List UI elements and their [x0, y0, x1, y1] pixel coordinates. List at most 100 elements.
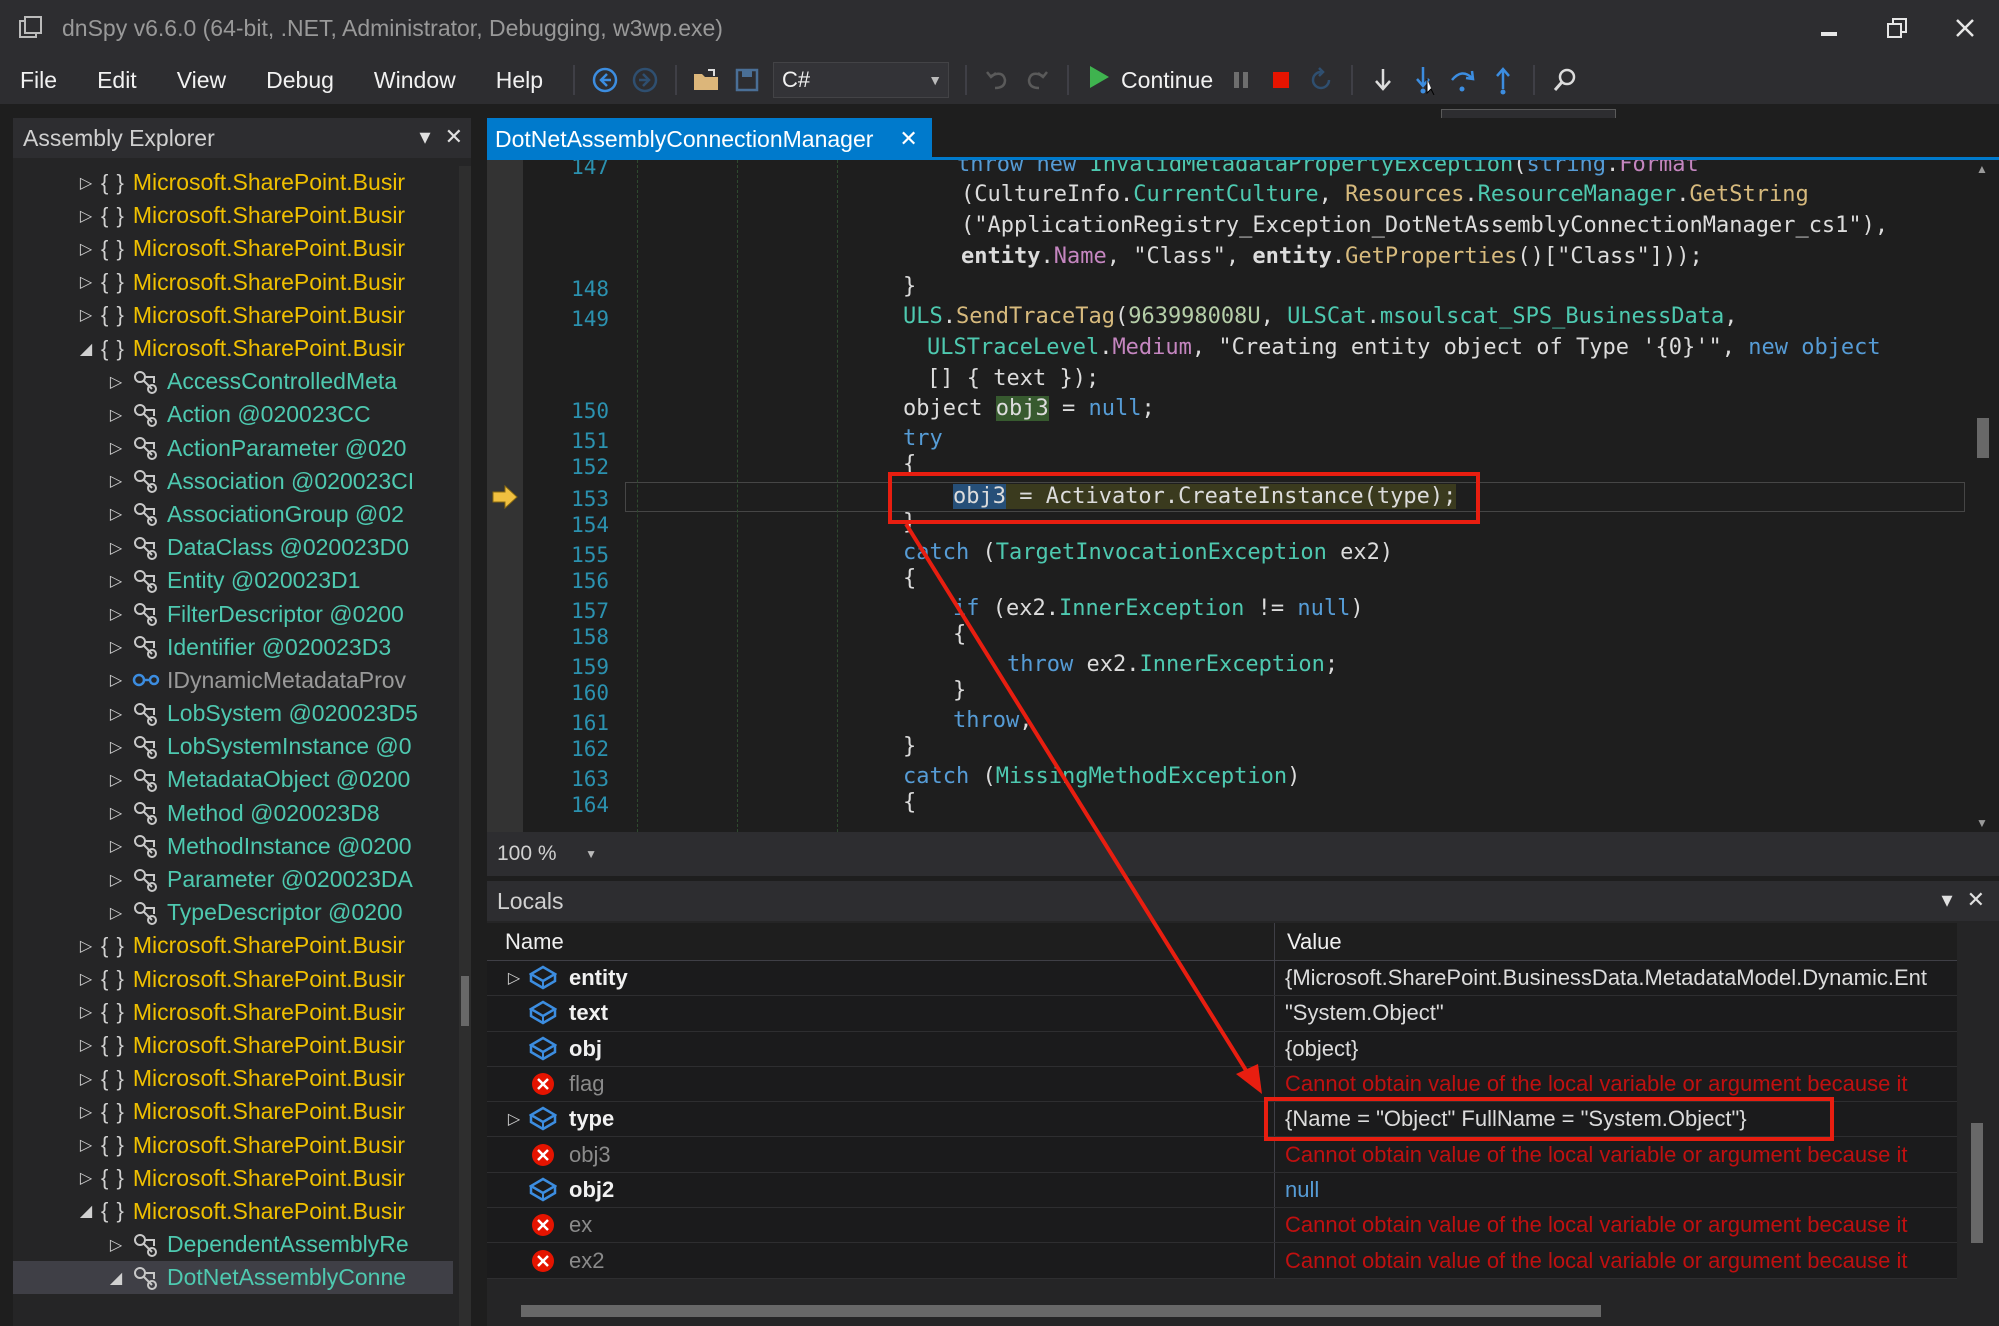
stop-icon[interactable]: [1261, 60, 1301, 100]
close-panel-icon[interactable]: ✕: [445, 124, 463, 150]
code-line[interactable]: if (ex2.InnerException != null): [953, 596, 1364, 621]
menu-debug[interactable]: Debug: [246, 56, 354, 104]
scrollbar-thumb[interactable]: [1971, 1123, 1983, 1243]
tree-item-type[interactable]: ◢ DotNetAssemblyConne: [13, 1261, 453, 1295]
redo-icon[interactable]: [1017, 60, 1057, 100]
code-line[interactable]: }: [953, 678, 966, 703]
expand-chevron-icon[interactable]: ▷: [105, 803, 127, 823]
tree-item-namespace[interactable]: ▷{ } Microsoft.SharePoint.Busir: [13, 963, 453, 996]
column-header-name[interactable]: Name: [487, 923, 1275, 960]
step-into-icon[interactable]: [1403, 60, 1443, 100]
scroll-down-icon[interactable]: ▼: [1976, 816, 1988, 830]
tree-item-namespace[interactable]: ▷{ } Microsoft.SharePoint.Busir: [13, 166, 453, 199]
expand-chevron-icon[interactable]: ▷: [105, 704, 127, 724]
expand-chevron-icon[interactable]: ▷: [75, 1168, 97, 1188]
local-value[interactable]: Cannot obtain value of the local variabl…: [1275, 1071, 1957, 1097]
tree-item-type[interactable]: ▷ Parameter @020023DA: [13, 863, 453, 896]
tree-item-type[interactable]: ▷ MethodInstance @0200: [13, 830, 453, 863]
expand-chevron-icon[interactable]: ▷: [75, 1069, 97, 1089]
local-value[interactable]: Cannot obtain value of the local variabl…: [1275, 1142, 1957, 1168]
close-tab-icon[interactable]: ✕: [899, 126, 917, 152]
step-out-icon[interactable]: [1483, 60, 1523, 100]
tree-item-namespace[interactable]: ▷{ } Microsoft.SharePoint.Busir: [13, 1095, 453, 1128]
tree-item-type[interactable]: ▷ Method @020023D8: [13, 797, 453, 830]
expand-chevron-icon[interactable]: ▷: [105, 637, 127, 657]
restart-icon[interactable]: [1301, 60, 1341, 100]
code-line[interactable]: object obj3 = null;: [903, 396, 1155, 421]
locals-row[interactable]: obj {object}: [487, 1031, 1957, 1067]
tab-dotnetassemblyconnectionmanager[interactable]: DotNetAssemblyConnectionManager ✕: [487, 118, 932, 160]
local-value[interactable]: {Microsoft.SharePoint.BusinessData.Metad…: [1275, 965, 1957, 991]
tree-item-namespace[interactable]: ▷{ } Microsoft.SharePoint.Busir: [13, 1029, 453, 1062]
zoom-select[interactable]: 100 % ▼: [491, 838, 603, 870]
tree-item-namespace[interactable]: ▷{ } Microsoft.SharePoint.Busir: [13, 929, 453, 962]
tree-item-namespace[interactable]: ◢{ } Microsoft.SharePoint.Busir: [13, 332, 453, 365]
code-line[interactable]: [] { text });: [927, 366, 1099, 391]
tree-item-type[interactable]: ▷ ActionParameter @020: [13, 432, 453, 465]
local-value[interactable]: Cannot obtain value of the local variabl…: [1275, 1212, 1957, 1238]
code-line[interactable]: ULS.SendTraceTag(963998008U, ULSCat.msou…: [903, 304, 1738, 329]
expand-chevron-icon[interactable]: ▷: [105, 604, 127, 624]
expand-chevron-icon[interactable]: ▷: [105, 372, 127, 392]
save-icon[interactable]: [727, 60, 767, 100]
show-next-statement-icon[interactable]: [1363, 60, 1403, 100]
language-select[interactable]: C# ▼: [773, 62, 950, 98]
tree-item-type[interactable]: ▷ LobSystem @020023D5: [13, 697, 453, 730]
tree-item-namespace[interactable]: ▷{ } Microsoft.SharePoint.Busir: [13, 1162, 453, 1195]
tree-item-type[interactable]: ▷ FilterDescriptor @0200: [13, 597, 453, 630]
expand-chevron-icon[interactable]: ▷: [105, 538, 127, 558]
expand-chevron-icon[interactable]: ▷: [75, 1135, 97, 1155]
navigate-back-icon[interactable]: [585, 60, 625, 100]
panel-menu-chevron-icon[interactable]: ▾: [1942, 887, 1953, 913]
expand-chevron-icon[interactable]: ▷: [75, 305, 97, 325]
navigate-forward-icon[interactable]: [625, 60, 665, 100]
code-line[interactable]: ULSTraceLevel.Medium, "Creating entity o…: [927, 335, 1881, 360]
code-line[interactable]: try: [903, 426, 943, 451]
collapse-chevron-icon[interactable]: ◢: [75, 1201, 97, 1221]
tree-item-type[interactable]: ▷ LobSystemInstance @0: [13, 730, 453, 763]
expand-chevron-icon[interactable]: ▷: [75, 1035, 97, 1055]
tree-item-type[interactable]: ▷ DataClass @020023D0: [13, 531, 453, 564]
tree-item-type[interactable]: ▷ DependentAssemblyRe: [13, 1228, 453, 1261]
expand-chevron-icon[interactable]: ▷: [105, 670, 127, 690]
expand-chevron-icon[interactable]: ▷: [105, 471, 127, 491]
close-window-button[interactable]: [1931, 0, 1999, 56]
tree-item-type[interactable]: ▷ AccessControlledMeta: [13, 365, 453, 398]
locals-horizontal-scrollbar[interactable]: [487, 1299, 1987, 1323]
tree-item-type[interactable]: ▷ Identifier @020023D3: [13, 631, 453, 664]
local-value[interactable]: null: [1275, 1177, 1957, 1203]
tree-item-type[interactable]: ▷ AssociationGroup @02: [13, 498, 453, 531]
code-line[interactable]: {: [903, 566, 916, 591]
expand-chevron-icon[interactable]: ▷: [105, 737, 127, 757]
close-panel-icon[interactable]: ✕: [1967, 887, 1985, 913]
expand-chevron-icon[interactable]: ▷: [105, 836, 127, 856]
code-line[interactable]: {: [903, 790, 916, 815]
locals-vertical-scrollbar[interactable]: [1965, 923, 1989, 1283]
expand-chevron-icon[interactable]: ▷: [105, 438, 127, 458]
search-icon[interactable]: [1545, 60, 1585, 100]
expand-chevron-icon[interactable]: ▷: [105, 405, 127, 425]
column-header-value[interactable]: Value: [1275, 923, 1342, 960]
tree-item-type[interactable]: ▷ Entity @020023D1: [13, 564, 453, 597]
scrollbar-thumb[interactable]: [461, 976, 469, 1026]
code-line[interactable]: catch (TargetInvocationException ex2): [903, 540, 1393, 565]
expand-chevron-icon[interactable]: ▷: [75, 969, 97, 989]
tree-item-namespace[interactable]: ▷{ } Microsoft.SharePoint.Busir: [13, 1128, 453, 1161]
locals-row[interactable]: obj2 null: [487, 1172, 1957, 1209]
open-folder-icon[interactable]: [687, 60, 727, 100]
collapse-chevron-icon[interactable]: ◢: [105, 1268, 127, 1288]
local-value[interactable]: Cannot obtain value of the local variabl…: [1275, 1248, 1957, 1274]
expand-chevron-icon[interactable]: ▷: [105, 504, 127, 524]
undo-icon[interactable]: [977, 60, 1017, 100]
local-value[interactable]: {object}: [1275, 1036, 1957, 1062]
expand-chevron-icon[interactable]: ▷: [75, 206, 97, 226]
expand-chevron-icon[interactable]: ▷: [501, 968, 527, 988]
code-line[interactable]: throw ex2.InnerException;: [1007, 652, 1338, 677]
locals-row[interactable]: text "System.Object": [487, 996, 1957, 1032]
tree-item-type[interactable]: ▷ IDynamicMetadataProv: [13, 664, 453, 697]
pause-icon[interactable]: [1221, 60, 1261, 100]
code-line[interactable]: ("ApplicationRegistry_Exception_DotNetAs…: [961, 213, 1888, 238]
code-line[interactable]: catch (MissingMethodException): [903, 764, 1300, 789]
locals-row[interactable]: ▷ entity {Microsoft.SharePoint.BusinessDat…: [487, 961, 1957, 997]
expand-chevron-icon[interactable]: ▷: [75, 936, 97, 956]
